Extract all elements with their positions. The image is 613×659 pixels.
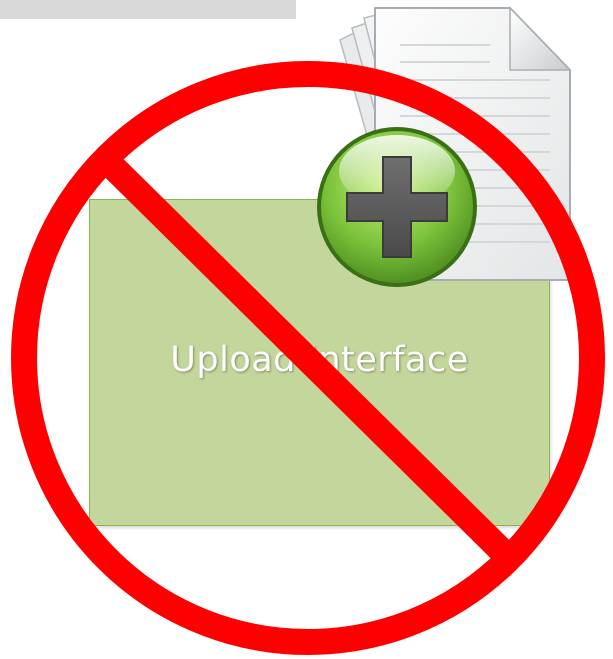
slide-canvas: Upload Interface	[0, 0, 613, 659]
top-bar	[0, 0, 296, 19]
plus-circle-icon	[317, 127, 477, 287]
upload-interface-label: Upload Interface	[170, 339, 469, 380]
